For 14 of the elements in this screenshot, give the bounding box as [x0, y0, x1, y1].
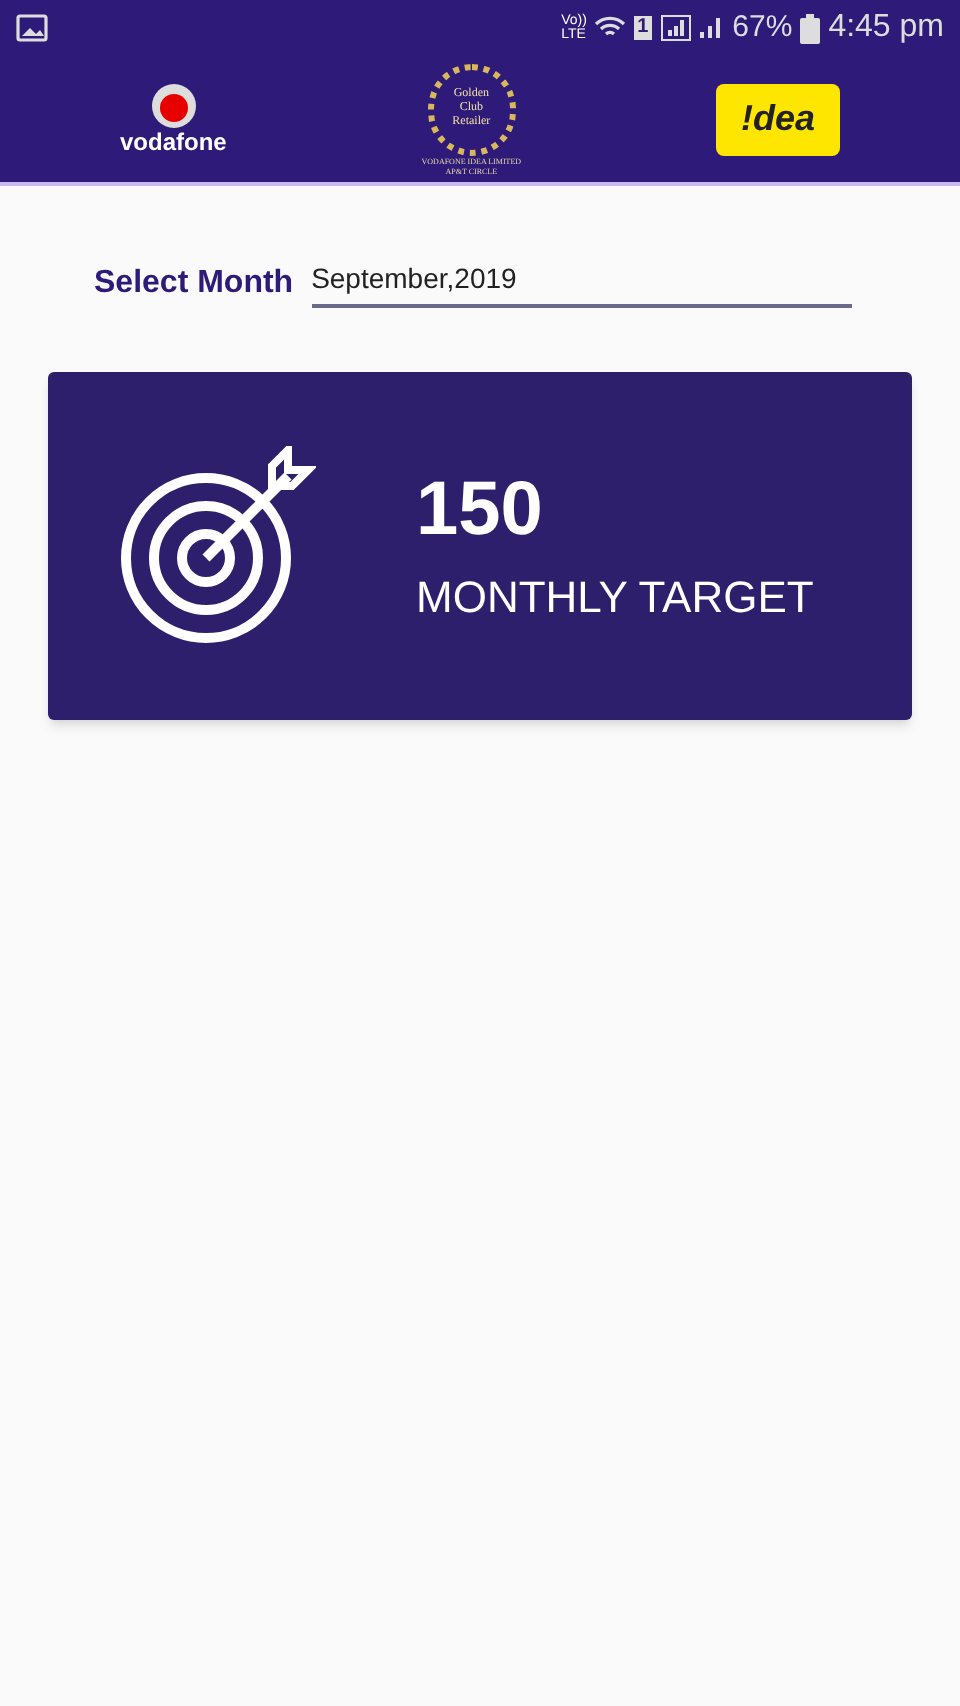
battery-icon	[800, 13, 821, 43]
signal-icon	[660, 14, 725, 42]
target-value: 150	[416, 465, 545, 555]
battery-percent: 67%	[732, 7, 793, 48]
target-label: MONTHLY TARGET	[416, 569, 814, 625]
month-label: Select Month	[94, 264, 294, 304]
month-field[interactable]: September,2019	[311, 258, 852, 308]
target-icon	[116, 446, 316, 646]
sim-badge: 1	[633, 16, 653, 40]
clock: 4:45 pm	[828, 8, 944, 48]
logo-icon	[151, 83, 196, 127]
vodafone-logo-text: vodafone	[120, 127, 227, 155]
image-icon	[16, 14, 48, 42]
idea-logo: !dea	[716, 83, 840, 155]
